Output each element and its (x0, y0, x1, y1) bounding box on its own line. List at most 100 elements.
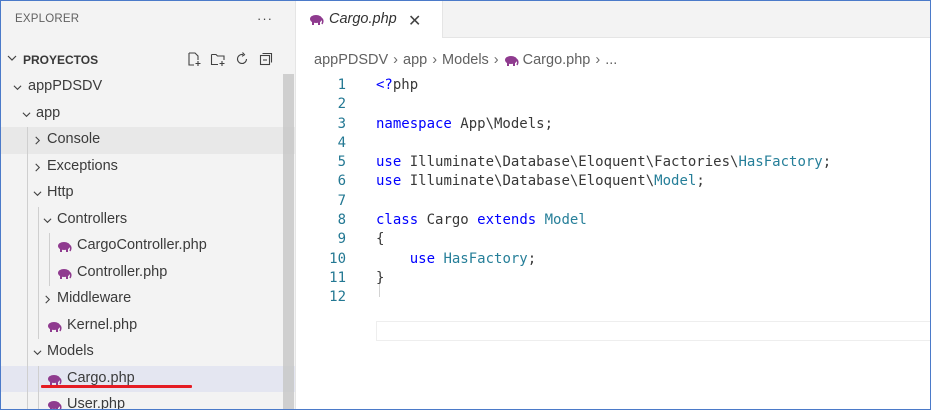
tree-label: Console (47, 131, 101, 147)
indent-guide (38, 365, 39, 392)
tree-label: User.php (67, 396, 126, 409)
indent-guide (27, 365, 28, 392)
tree-item-exceptions[interactable]: Exceptions (1, 153, 295, 180)
tree-item-models[interactable]: Models (1, 339, 295, 366)
code-text: use Illuminate\Database\Eloquent\Model; (376, 173, 705, 190)
indent-guide (27, 233, 28, 260)
chevron-right-icon: › (595, 52, 601, 68)
line-number: 11 (329, 269, 346, 286)
indent-guide (27, 312, 28, 339)
indent-guide (27, 153, 28, 180)
line-number: 7 (337, 192, 346, 209)
tree-item-controller-php[interactable]: Controller.php (1, 259, 295, 286)
breadcrumb: appPDSDV › app › Models › Cargo.php › ..… (314, 52, 617, 68)
code-text: use HasFactory; (409, 250, 537, 267)
code-text: } (376, 269, 385, 286)
tree-item-http[interactable]: Http (1, 180, 295, 207)
tree-item-middleware[interactable]: Middleware (1, 286, 295, 313)
chevron-down-icon (43, 217, 52, 223)
php-elephant-icon (310, 15, 324, 25)
tree-label: appPDSDV (28, 78, 103, 94)
tree-label: Middleware (57, 290, 132, 306)
new-folder-icon[interactable] (209, 50, 227, 68)
editor-tabs: Cargo.php ✕ (296, 1, 930, 38)
indent-guide (38, 312, 39, 339)
code-line[interactable]: 9{ (296, 231, 930, 250)
collapse-all-icon[interactable] (257, 50, 275, 68)
current-line-highlight (376, 321, 930, 341)
tree-item-console[interactable]: Console (1, 127, 295, 154)
indent-guide (27, 127, 28, 154)
breadcrumb-item[interactable]: Cargo.php (523, 52, 591, 68)
php-elephant-icon (48, 374, 62, 385)
tree-item-controllers[interactable]: Controllers (1, 206, 295, 233)
code-line[interactable]: 11} (296, 270, 930, 289)
code-line[interactable]: 4 (296, 135, 930, 154)
code-line[interactable]: 8 class Cargo extends Model (296, 212, 930, 231)
line-number: 4 (337, 134, 346, 151)
more-actions-button[interactable]: ··· (257, 11, 273, 26)
chevron-right-icon: › (493, 52, 499, 68)
code-editor[interactable]: 1 <?php 2 3 namespace App\Models; 4 5 use Illum… (296, 77, 930, 309)
indent-guide (38, 392, 39, 409)
explorer-sidebar: EXPLORER ··· PROYECTOS appPDSDV app Cons… (1, 1, 296, 409)
tree-label: Controllers (57, 210, 128, 227)
line-number: 12 (329, 289, 346, 306)
indent-guide (27, 392, 28, 409)
tree-item-cargocontroller-php[interactable]: CargoController.php (1, 233, 295, 260)
close-icon[interactable]: ✕ (408, 11, 421, 31)
section-header-proyectos[interactable]: PROYECTOS (1, 47, 295, 73)
tree-item-cargo-php[interactable]: Cargo.php (1, 365, 295, 392)
tree-item-kernel-php[interactable]: Kernel.php (1, 312, 295, 339)
line-number: 6 (337, 173, 346, 190)
explorer-header: EXPLORER ··· (1, 1, 295, 37)
chevron-right-icon (45, 295, 51, 304)
new-file-icon[interactable] (185, 50, 203, 68)
chevron-down-icon (13, 85, 22, 91)
indent-guide (27, 339, 28, 366)
tab-cargo-php[interactable]: Cargo.php ✕ (296, 1, 443, 38)
indent-guide (49, 233, 50, 260)
tree-label: Cargo.php (67, 369, 135, 386)
chevron-right-icon (35, 136, 41, 145)
tree-label: Exceptions (47, 157, 118, 174)
tree-label: CargoController.php (77, 237, 207, 253)
indent-guide (27, 259, 28, 286)
indent-guide (38, 233, 39, 260)
code-line[interactable]: 7 (296, 193, 930, 212)
code-line[interactable]: 5 use Illuminate\Database\Eloquent\Factor… (296, 154, 930, 173)
breadcrumb-item[interactable]: Models (442, 52, 489, 68)
chevron-down-icon (33, 350, 42, 356)
code-text: namespace App\Models; (376, 115, 554, 132)
line-number: 10 (329, 250, 346, 267)
tree-label: Controller.php (77, 263, 168, 280)
chevron-right-icon: › (432, 52, 438, 68)
indent-guide (27, 286, 28, 313)
code-line[interactable]: 12 (296, 289, 930, 308)
line-number: 1 (337, 77, 346, 93)
code-text: { (376, 231, 385, 248)
indent-guide (38, 259, 39, 286)
red-underline-annotation (41, 385, 192, 388)
breadcrumb-item[interactable]: appPDSDV (314, 52, 388, 68)
tree-item-app[interactable]: app (1, 101, 295, 128)
breadcrumb-item[interactable]: app (403, 52, 427, 68)
code-line[interactable]: 1 <?php (296, 77, 930, 96)
code-line[interactable]: 6 use Illuminate\Database\Eloquent\Model; (296, 173, 930, 192)
tree-item-user-php[interactable]: User.php (1, 392, 295, 409)
chevron-right-icon (35, 163, 41, 171)
indent-guide (38, 206, 39, 233)
line-number: 3 (337, 115, 346, 132)
code-line[interactable]: 10 use HasFactory; (296, 251, 930, 270)
php-elephant-icon (504, 55, 519, 66)
breadcrumb-item[interactable]: ... (605, 52, 617, 68)
tree-label: Http (47, 184, 74, 200)
chevron-down-icon (33, 191, 42, 197)
php-elephant-icon (48, 321, 62, 332)
code-line[interactable]: 2 (296, 96, 930, 115)
sidebar-scrollbar[interactable] (283, 74, 294, 409)
refresh-icon[interactable] (233, 50, 251, 68)
tree-item-appPDSDV[interactable]: appPDSDV (1, 74, 295, 101)
tree-label: Models (47, 343, 94, 359)
code-line[interactable]: 3 namespace App\Models; (296, 116, 930, 135)
